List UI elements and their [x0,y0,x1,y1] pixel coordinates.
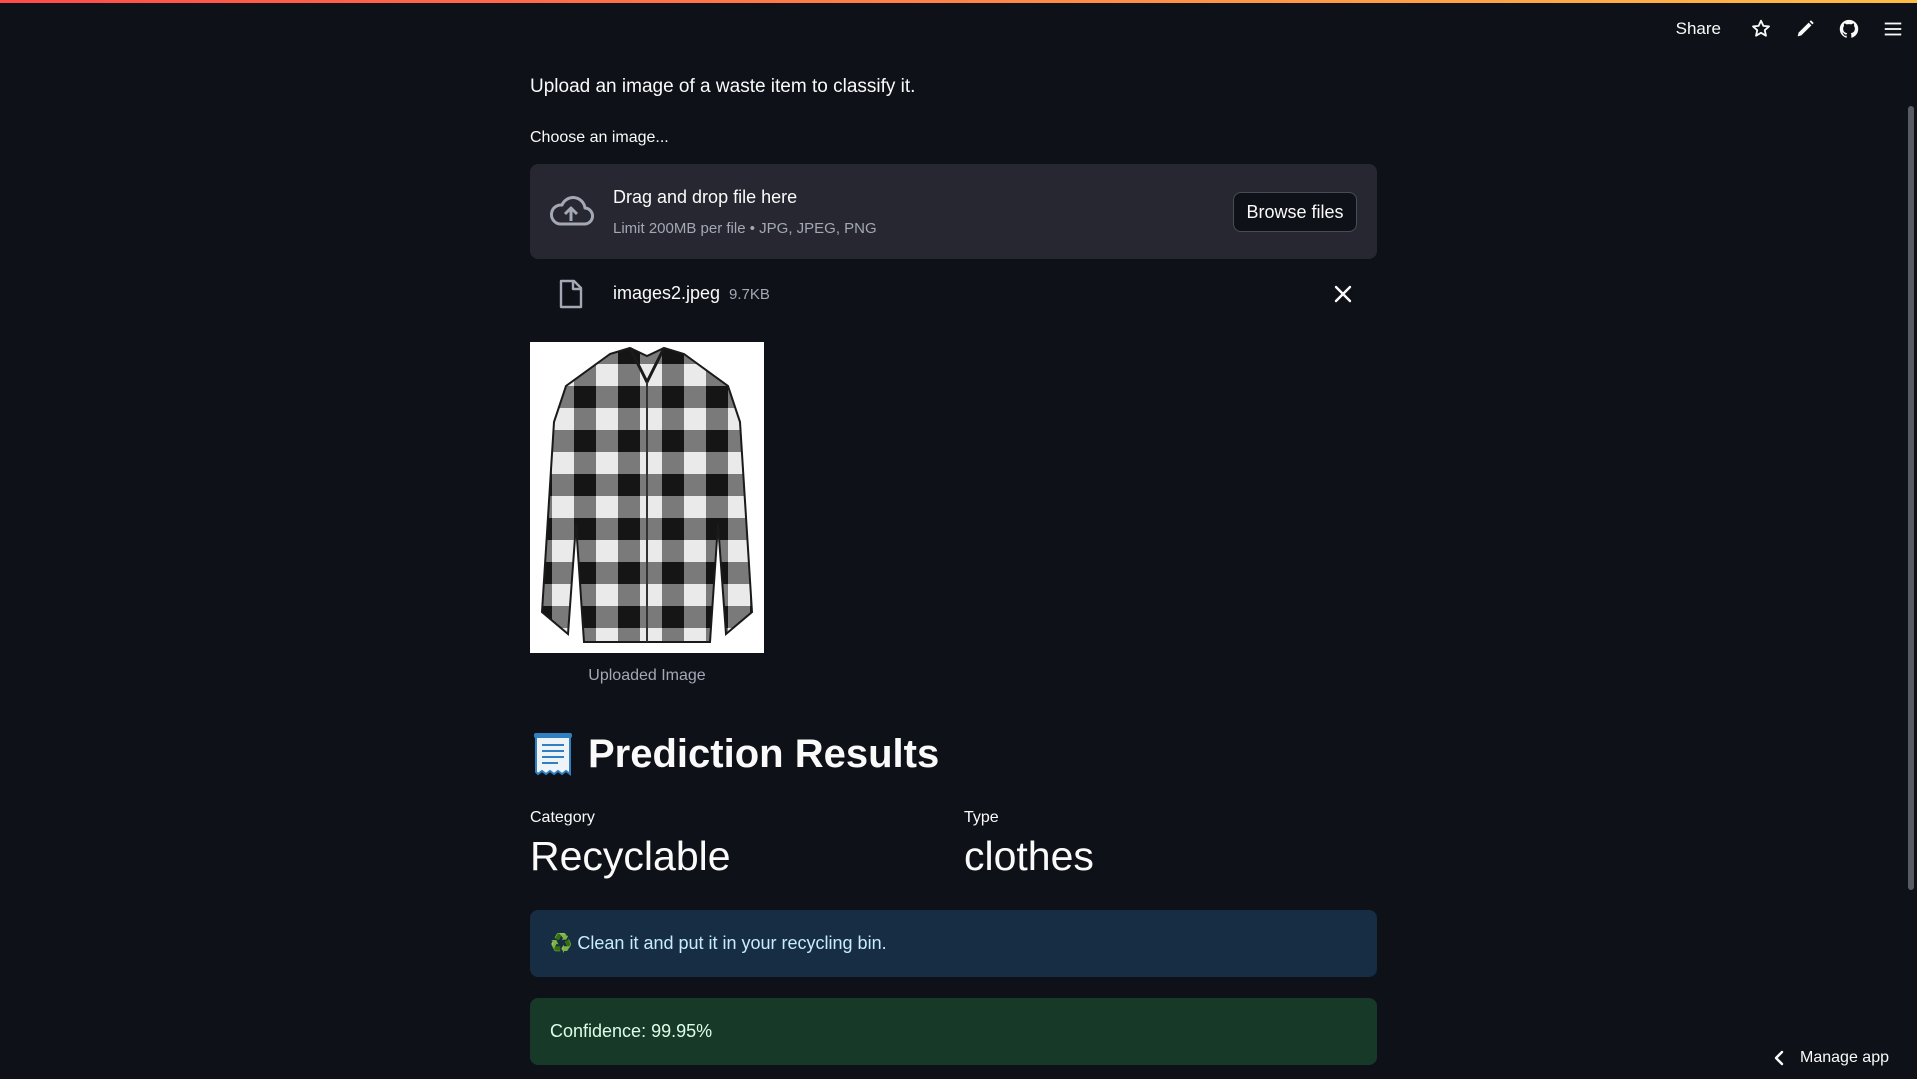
image-caption: Uploaded Image [588,667,706,684]
file-dropzone[interactable]: Drag and drop file here Limit 200MB per … [530,164,1377,259]
results-heading: Prediction Results [530,730,939,778]
cloud-upload-icon [550,196,594,226]
file-name: images2.jpeg [613,283,721,303]
star-icon[interactable] [1749,17,1773,41]
intro-text: Upload an image of a waste item to class… [530,76,916,97]
manage-app-label: Manage app [1800,1049,1889,1066]
category-value: Recyclable [530,833,731,879]
share-button[interactable]: Share [1676,19,1721,39]
scrollbar[interactable] [1908,106,1914,890]
type-label: Type [964,809,999,826]
category-label: Category [530,809,595,826]
uploaded-image [530,342,764,653]
browse-files-button[interactable]: Browse files [1233,192,1357,232]
category-metric: Category Recyclable [530,809,731,880]
github-icon[interactable] [1837,17,1861,41]
manage-app-button[interactable]: Manage app [1774,1049,1889,1067]
file-icon [559,279,583,309]
recycling-info-box: ♻️ Clean it and put it in your recycling… [530,910,1377,977]
results-heading-text: Prediction Results [588,731,940,776]
pencil-icon[interactable] [1793,17,1817,41]
plaid-shirt-image [530,342,764,653]
close-icon[interactable] [1333,284,1353,304]
file-size: 9.7KB [729,286,770,303]
dropzone-title: Drag and drop file here [613,187,798,207]
confidence-box: Confidence: 99.95% [530,998,1377,1065]
receipt-icon [534,733,572,776]
type-value: clothes [964,833,1094,879]
dropzone-limit-text: Limit 200MB per file • JPG, JPEG, PNG [613,220,877,237]
type-metric: Type clothes [964,809,1094,880]
app-toolbar: Share [1676,14,1905,44]
top-decoration-bar [0,0,1917,3]
uploaded-file-item: images2.jpeg 9.7KB [530,276,1377,312]
uploader-label: Choose an image... [530,129,669,146]
menu-icon[interactable] [1881,17,1905,41]
chevron-left-icon [1774,1050,1784,1066]
